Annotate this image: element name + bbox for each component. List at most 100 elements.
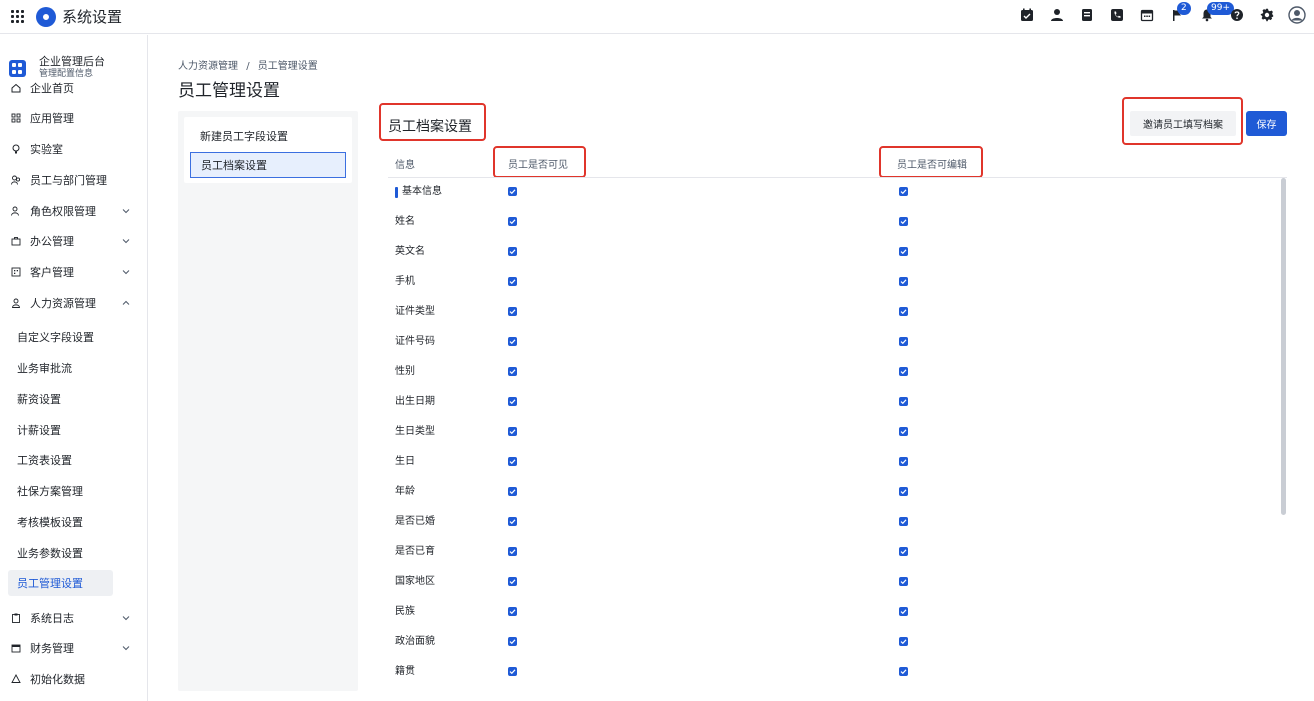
contacts-icon[interactable] — [1050, 8, 1064, 22]
sidebar-sub-salary-settings[interactable]: 薪资设置 — [8, 386, 113, 412]
editable-checkbox[interactable] — [899, 277, 908, 286]
visible-checkbox[interactable] — [508, 457, 517, 466]
sidebar-item-label: 实验室 — [30, 143, 63, 156]
sidebar-item-lab[interactable]: 实验室 — [0, 134, 147, 164]
user-key-icon — [11, 206, 21, 216]
help-icon[interactable] — [1230, 8, 1244, 22]
visible-checkbox[interactable] — [508, 367, 517, 376]
chevron-down-icon[interactable] — [122, 644, 130, 652]
sidebar-item-hr[interactable]: 人力资源管理 — [0, 288, 147, 318]
table-scrollbar[interactable] — [1281, 178, 1286, 515]
chevron-down-icon[interactable] — [122, 237, 130, 245]
visible-checkbox[interactable] — [508, 307, 517, 316]
editable-checkbox[interactable] — [899, 517, 908, 526]
sidebar-item-label: 应用管理 — [30, 112, 74, 125]
recycle-icon — [11, 674, 21, 684]
home-icon — [11, 83, 21, 93]
apps-icon — [11, 113, 21, 123]
calendar-icon[interactable] — [1140, 8, 1154, 22]
visible-checkbox[interactable] — [508, 427, 517, 436]
visible-checkbox[interactable] — [508, 217, 517, 226]
sidebar-item-apps[interactable]: 应用管理 — [0, 103, 147, 133]
visible-checkbox[interactable] — [508, 577, 517, 586]
chevron-up-icon[interactable] — [122, 299, 130, 307]
visible-checkbox[interactable] — [508, 667, 517, 676]
visible-checkbox[interactable] — [508, 337, 517, 346]
editable-checkbox[interactable] — [899, 187, 908, 196]
gear-icon[interactable] — [1260, 8, 1274, 22]
editable-checkbox[interactable] — [899, 667, 908, 676]
editable-checkbox[interactable] — [899, 247, 908, 256]
table-row-label: 生日类型 — [395, 426, 435, 437]
editable-checkbox[interactable] — [899, 637, 908, 646]
bell-icon[interactable]: 99+ — [1200, 2, 1234, 22]
phone-icon[interactable] — [1110, 8, 1124, 22]
table-header-divider — [388, 177, 1287, 178]
visible-checkbox[interactable] — [508, 187, 517, 196]
sidebar-sub-approval-flow[interactable]: 业务审批流 — [8, 355, 113, 381]
table-row-label: 基本信息 — [395, 186, 442, 198]
document-icon[interactable] — [1080, 8, 1094, 22]
sidebar-sub-social-security[interactable]: 社保方案管理 — [8, 478, 113, 504]
settings-menu: 新建员工字段设置 员工档案设置 — [184, 117, 352, 183]
editable-checkbox[interactable] — [899, 487, 908, 496]
visible-checkbox[interactable] — [508, 247, 517, 256]
editable-checkbox[interactable] — [899, 397, 908, 406]
highlight-box-editable — [879, 146, 983, 178]
sidebar-item-staff-dept[interactable]: 员工与部门管理 — [0, 165, 147, 195]
table-row-label: 姓名 — [395, 216, 415, 227]
sidebar-sub-pay-calc[interactable]: 计薪设置 — [8, 417, 113, 443]
sidebar-item-label: 办公管理 — [30, 235, 74, 248]
visible-checkbox[interactable] — [508, 637, 517, 646]
editable-checkbox[interactable] — [899, 577, 908, 586]
settings-panel — [178, 111, 358, 691]
visible-checkbox[interactable] — [508, 487, 517, 496]
editable-checkbox[interactable] — [899, 337, 908, 346]
visible-checkbox[interactable] — [508, 277, 517, 286]
app-logo — [36, 6, 56, 27]
chevron-down-icon[interactable] — [122, 614, 130, 622]
calendar-check-icon[interactable] — [1020, 8, 1034, 22]
sidebar-item-label: 企业首页 — [30, 82, 74, 95]
sidebar-sub-payroll-sheet[interactable]: 工资表设置 — [8, 447, 113, 473]
menu-new-employee-fields[interactable]: 新建员工字段设置 — [190, 123, 346, 149]
table-row-label: 籍贯 — [395, 666, 415, 677]
chevron-down-icon[interactable] — [122, 268, 130, 276]
chevron-down-icon[interactable] — [122, 207, 130, 215]
sidebar-item-label: 初始化数据 — [30, 673, 85, 686]
sidebar-item-label: 角色权限管理 — [30, 205, 96, 218]
editable-checkbox[interactable] — [899, 457, 908, 466]
save-button[interactable]: 保存 — [1246, 111, 1287, 136]
enterprise-header[interactable]: 企业管理后台 管理配置信息 — [9, 55, 105, 80]
visible-checkbox[interactable] — [508, 517, 517, 526]
visible-checkbox[interactable] — [508, 607, 517, 616]
editable-checkbox[interactable] — [899, 307, 908, 316]
editable-checkbox[interactable] — [899, 547, 908, 556]
sidebar-item-customers[interactable]: 客户管理 — [0, 257, 147, 287]
sidebar-sub-business-params[interactable]: 业务参数设置 — [8, 540, 113, 566]
flag-icon[interactable]: 2 — [1170, 2, 1191, 22]
visible-checkbox[interactable] — [508, 547, 517, 556]
wallet-icon — [11, 643, 21, 653]
sidebar-item-system-log[interactable]: 系统日志 — [0, 603, 147, 633]
sidebar-item-roles[interactable]: 角色权限管理 — [0, 196, 147, 226]
menu-employee-profile-settings[interactable]: 员工档案设置 — [190, 152, 346, 178]
sidebar-sub-custom-fields[interactable]: 自定义字段设置 — [8, 324, 113, 350]
table-row-label: 国家地区 — [395, 576, 435, 587]
sidebar-item-finance[interactable]: 财务管理 — [0, 633, 147, 663]
editable-checkbox[interactable] — [899, 367, 908, 376]
sidebar-item-office[interactable]: 办公管理 — [0, 226, 147, 256]
table-row-label: 出生日期 — [395, 396, 435, 407]
app-grid-icon[interactable] — [11, 9, 25, 24]
editable-checkbox[interactable] — [899, 607, 908, 616]
sidebar-sub-assessment-template[interactable]: 考核模板设置 — [8, 509, 113, 535]
visible-checkbox[interactable] — [508, 397, 517, 406]
sidebar-sub-employee-settings[interactable]: 员工管理设置 — [8, 570, 113, 596]
editable-checkbox[interactable] — [899, 217, 908, 226]
sidebar-item-init-data[interactable]: 初始化数据 — [0, 664, 147, 694]
sidebar-item-home[interactable]: 企业首页 — [0, 79, 147, 97]
user-avatar-icon[interactable] — [1288, 6, 1306, 24]
flag-badge: 2 — [1177, 2, 1191, 15]
breadcrumb-parent[interactable]: 人力资源管理 — [178, 61, 238, 72]
editable-checkbox[interactable] — [899, 427, 908, 436]
